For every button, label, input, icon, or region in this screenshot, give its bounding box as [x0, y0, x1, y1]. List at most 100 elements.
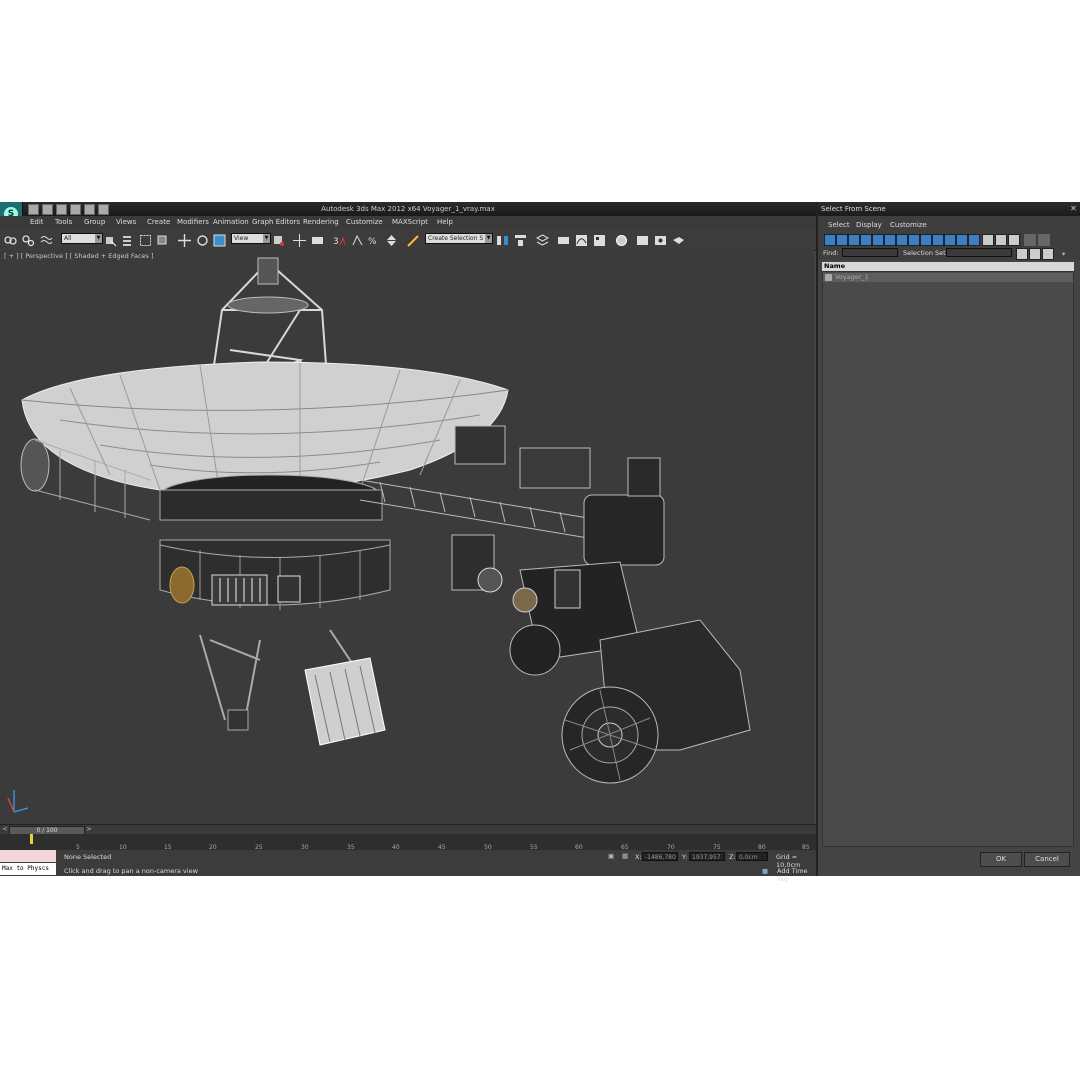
cancel-button[interactable]: Cancel	[1024, 852, 1070, 867]
maxscript-listener-input[interactable]: Max to Physcs	[0, 863, 56, 875]
selection-set-delete-icon[interactable]	[1042, 248, 1054, 260]
dialog-menu-select[interactable]: Select	[828, 221, 850, 229]
menu-rendering[interactable]: Rendering	[303, 218, 339, 226]
select-from-scene-dialog: Select From Scene ✕ Select Display Custo…	[816, 202, 1080, 876]
y-coord-label: Y:	[682, 853, 688, 861]
window-crossing-icon[interactable]	[156, 232, 169, 245]
filter-settings-icon[interactable]	[1038, 234, 1050, 246]
material-editor-icon[interactable]	[615, 232, 628, 246]
dialog-title: Select From Scene	[821, 205, 886, 213]
selection-filter-dropdown[interactable]: All ▼	[61, 233, 103, 244]
select-invert-icon[interactable]	[1008, 234, 1020, 246]
selection-set-label: Selection Set:	[903, 249, 948, 257]
select-by-name-icon[interactable]	[121, 232, 134, 246]
lock-icon[interactable]: ▣	[608, 852, 614, 860]
edit-named-selection-icon[interactable]	[407, 232, 420, 247]
bind-spacewarp-icon[interactable]	[40, 232, 53, 245]
selection-set-dropdown[interactable]	[946, 248, 1012, 257]
schematic-view-icon[interactable]	[593, 232, 606, 246]
snaps-toggle-icon[interactable]: 3	[333, 232, 346, 247]
curve-editor-icon[interactable]	[575, 232, 588, 246]
render-setup-icon[interactable]	[636, 232, 649, 245]
chevron-right-icon[interactable]: >	[86, 825, 92, 833]
ok-button[interactable]: OK	[980, 852, 1022, 867]
spinner-snap-icon[interactable]	[385, 232, 398, 246]
viewport-label[interactable]: [ + ] [ Perspective ] [ Shaded + Edged F…	[4, 252, 154, 260]
menu-edit[interactable]: Edit	[30, 218, 44, 226]
rect-selection-icon[interactable]	[139, 232, 152, 246]
angle-snap-icon[interactable]	[351, 232, 364, 246]
display-frozen-icon[interactable]	[944, 234, 956, 246]
link-icon[interactable]	[4, 232, 17, 245]
absolute-mode-icon[interactable]: ▦	[622, 852, 628, 860]
reference-coordinate-dropdown[interactable]: View ▼	[231, 233, 271, 244]
dialog-menu-customize[interactable]: Customize	[890, 221, 927, 229]
display-bones-icon[interactable]	[920, 234, 932, 246]
dialog-menu-bar: Select Display Customize	[818, 216, 1080, 232]
scene-object-list[interactable]: Voyager_1	[822, 271, 1074, 847]
display-spacewarps-icon[interactable]	[884, 234, 896, 246]
rotate-icon[interactable]	[196, 232, 209, 246]
rendered-frame-window-icon[interactable]	[654, 232, 667, 245]
menu-graph-editors[interactable]: Graph Editors	[252, 218, 300, 226]
close-icon[interactable]: ✕	[1069, 204, 1078, 213]
maxscript-listener-output[interactable]	[0, 850, 56, 862]
display-geometry-icon[interactable]	[824, 234, 836, 246]
display-xrefs-icon[interactable]	[908, 234, 920, 246]
title-bar: Autodesk 3ds Max 2012 x64 Voyager_1_vray…	[0, 202, 816, 216]
move-icon[interactable]	[178, 232, 191, 247]
window-title: Autodesk 3ds Max 2012 x64 Voyager_1_vray…	[321, 205, 495, 213]
menu-create[interactable]: Create	[147, 218, 170, 226]
select-all-icon[interactable]	[982, 234, 994, 246]
pivot-center-icon[interactable]	[272, 232, 285, 246]
filter-icon[interactable]	[1024, 234, 1036, 246]
display-containers-icon[interactable]	[932, 234, 944, 246]
x-coord-field[interactable]: -1486,780	[642, 852, 678, 861]
graphite-tools-icon[interactable]	[557, 232, 570, 245]
z-coord-field[interactable]: 0,0cm	[736, 852, 768, 861]
selection-set-save-icon[interactable]	[1016, 248, 1028, 260]
mirror-icon[interactable]	[496, 232, 509, 245]
dialog-menu-display[interactable]: Display	[856, 221, 882, 229]
display-hidden-icon[interactable]	[956, 234, 968, 246]
menu-animation[interactable]: Animation	[213, 218, 249, 226]
menu-help[interactable]: Help	[437, 218, 453, 226]
display-cameras-icon[interactable]	[860, 234, 872, 246]
select-manipulate-icon[interactable]	[293, 232, 306, 247]
time-tag-icon[interactable]: ■	[762, 867, 768, 875]
display-lights-icon[interactable]	[848, 234, 860, 246]
selection-set-edit-icon[interactable]	[1029, 248, 1041, 260]
display-all-icon[interactable]	[968, 234, 980, 246]
chevron-down-icon: ▼	[95, 234, 102, 243]
unlink-icon[interactable]	[22, 232, 35, 247]
track-bar[interactable]: 5 10 15 20 25 30 35 40 45 50 55 60 65 70…	[0, 834, 816, 851]
column-header-name[interactable]: Name	[822, 262, 1074, 271]
select-none-icon[interactable]	[995, 234, 1007, 246]
perspective-viewport[interactable]: [ + ] [ Perspective ] [ Shaded + Edged F…	[0, 250, 814, 824]
layer-manager-icon[interactable]	[535, 232, 550, 246]
select-object-icon[interactable]	[104, 232, 117, 247]
render-production-icon[interactable]	[672, 232, 685, 245]
status-bar: Max to Physcs None Selected Click and dr…	[0, 850, 816, 883]
display-helpers-icon[interactable]	[872, 234, 884, 246]
keyboard-shortcut-icon[interactable]	[311, 232, 324, 245]
chevron-down-icon[interactable]: ▾	[1062, 250, 1065, 258]
menu-customize[interactable]: Customize	[346, 218, 383, 226]
menu-group[interactable]: Group	[84, 218, 105, 226]
y-coord-field[interactable]: 1937,957	[689, 852, 725, 861]
named-selection-dropdown[interactable]: Create Selection S ▼	[425, 233, 493, 244]
menu-modifiers[interactable]: Modifiers	[177, 218, 209, 226]
menu-views[interactable]: Views	[116, 218, 136, 226]
display-groups-icon[interactable]	[896, 234, 908, 246]
chevron-left-icon[interactable]: <	[2, 825, 8, 833]
percent-snap-icon[interactable]: %	[368, 232, 381, 247]
menu-tools[interactable]: Tools	[55, 218, 72, 226]
z-coord-label: Z:	[729, 853, 736, 861]
scale-icon[interactable]	[213, 232, 226, 247]
find-input[interactable]	[842, 248, 898, 257]
display-shapes-icon[interactable]	[836, 234, 848, 246]
list-item[interactable]: Voyager_1	[823, 273, 1073, 282]
menu-maxscript[interactable]: MAXScript	[392, 218, 428, 226]
add-time-tag-button[interactable]: Add Time Tag	[777, 867, 816, 883]
align-icon[interactable]	[514, 232, 527, 246]
